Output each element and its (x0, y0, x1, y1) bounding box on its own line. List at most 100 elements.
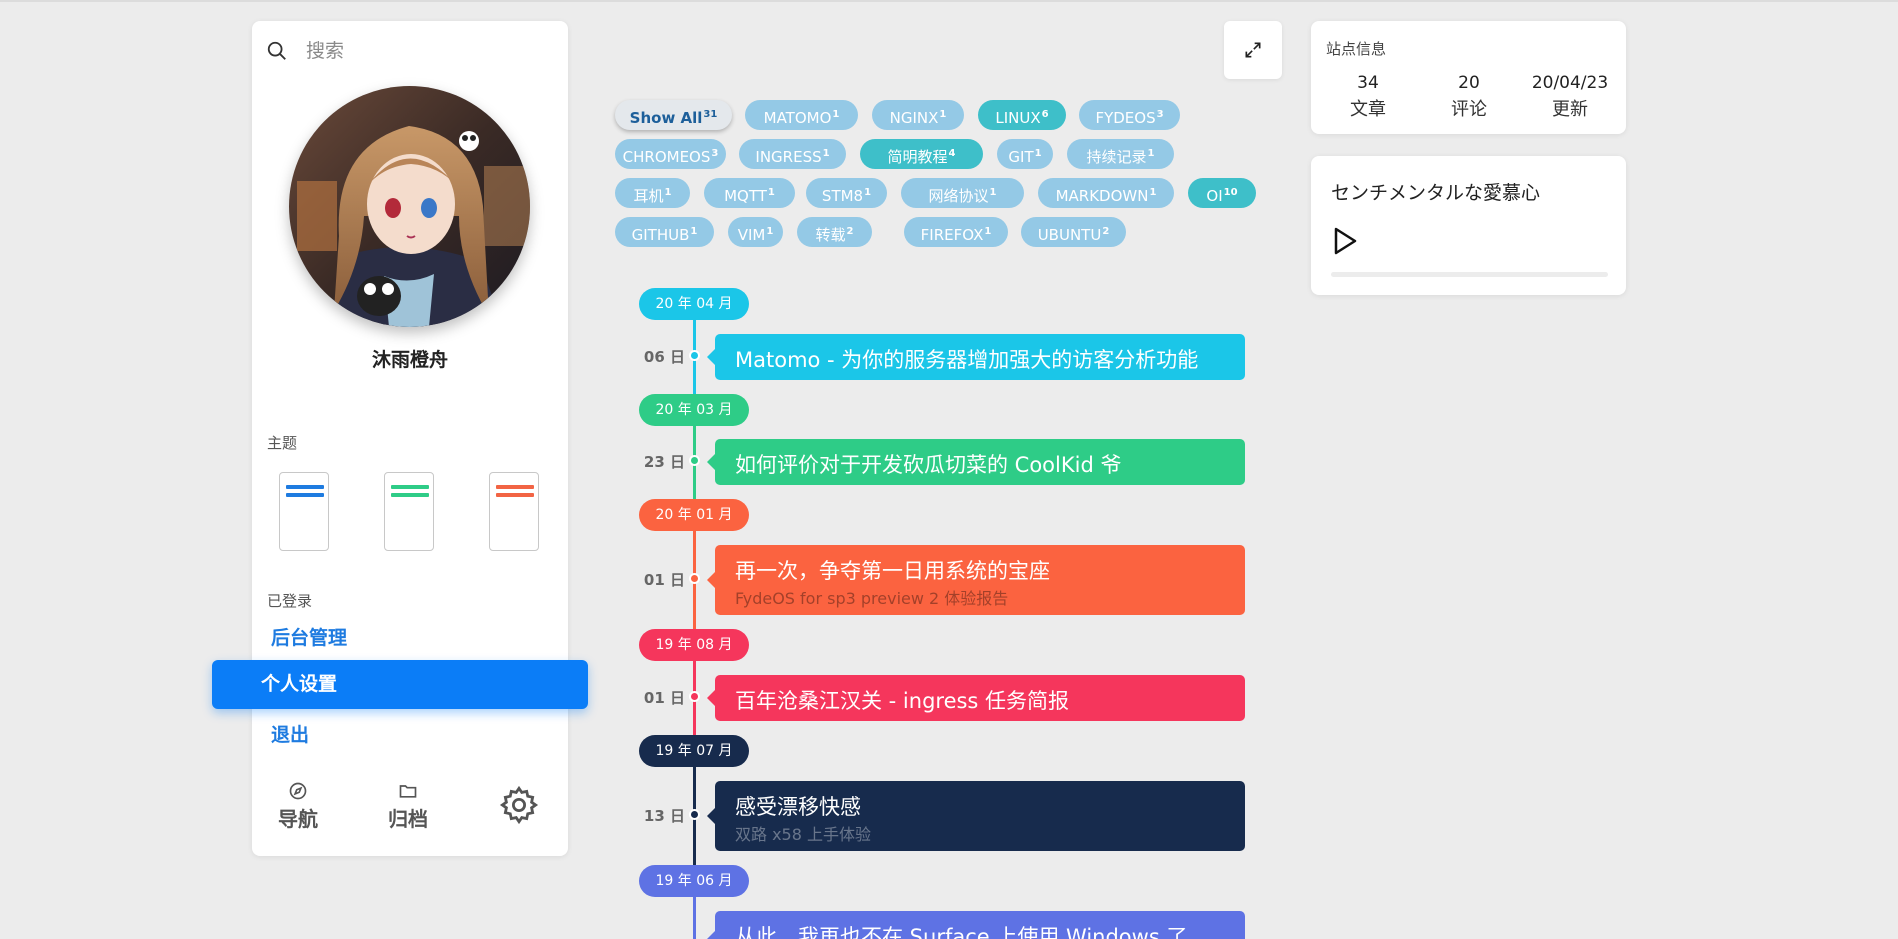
tag-label: GITHUB (631, 226, 690, 244)
tag-item[interactable]: NGINX1 (872, 100, 964, 130)
tag-count: 1 (1149, 187, 1157, 198)
nav-button[interactable]: 导航 (278, 781, 318, 832)
tag-item[interactable]: OI10 (1188, 178, 1256, 208)
tag-count: 1 (766, 226, 774, 237)
search-input[interactable] (306, 40, 536, 62)
tag-count: 2 (846, 226, 854, 237)
tag-item[interactable]: MARKDOWN1 (1038, 178, 1174, 208)
music-player: センチメンタルな愛慕心 (1311, 156, 1626, 295)
tag-item[interactable]: FIREFOX1 (904, 217, 1008, 247)
post-card[interactable]: 感受漂移快感 双路 x58 上手体验 (707, 781, 1245, 851)
post-card[interactable]: 再一次，争夺第一日用系统的宝座 FydeOS for sp3 preview 2 … (707, 545, 1245, 615)
tag-label: FYDEOS (1095, 109, 1156, 127)
fullscreen-button[interactable] (1224, 21, 1282, 79)
admin-link[interactable]: 后台管理 (271, 623, 347, 650)
tag-label: CHROMEOS (622, 148, 711, 166)
song-title: センチメンタルな愛慕心 (1331, 182, 1541, 204)
tag-label: GIT (1008, 148, 1034, 166)
timeline-dot (689, 809, 700, 820)
tag-item[interactable]: 网络协议1 (901, 178, 1024, 208)
top-border (0, 0, 1898, 2)
personal-settings-link[interactable]: 个人设置 (212, 660, 588, 709)
post-card[interactable]: Matomo - 为你的服务器增加强大的访客分析功能 (707, 334, 1245, 380)
timeline-dot (689, 455, 700, 466)
day-label: 13 日 (643, 807, 685, 825)
settings-button[interactable] (498, 784, 540, 826)
stat-value: 34 (1357, 73, 1379, 93)
tag-label: 转载 (815, 226, 846, 244)
swatch-line (496, 485, 534, 489)
post-title: 感受漂移快感 (735, 795, 861, 819)
tag-count: 1 (822, 148, 830, 159)
post-title: 百年沧桑江汉关 - ingress 任务简报 (735, 689, 1070, 713)
tag-item[interactable]: VIM1 (728, 217, 783, 247)
stat-value: 20/04/23 (1531, 73, 1609, 93)
tag-item[interactable]: UBUNTU2 (1021, 217, 1126, 247)
tag-label: 简明教程 (887, 148, 948, 166)
theme-blue-swatch[interactable] (279, 472, 329, 551)
profile-name: 沐雨橙舟 (371, 349, 448, 371)
tag-item[interactable]: FYDEOS3 (1079, 100, 1180, 130)
tag-item[interactable]: STM81 (806, 178, 887, 208)
avatar[interactable] (289, 86, 530, 327)
logout-link[interactable]: 退出 (271, 720, 309, 747)
theme-orange-swatch[interactable] (489, 472, 539, 551)
sidebar: 沐雨橙舟 主题 已登录 后台管理 个人设置 退出 导航 归档 (212, 21, 588, 856)
swatch-line (391, 485, 429, 489)
post-card[interactable]: 如何评价对于开发砍瓜切菜的 CoolKid 爷 (707, 439, 1245, 485)
day-label: 01 日 (643, 689, 685, 707)
song-progress-bar[interactable] (1331, 272, 1608, 277)
tag-item[interactable]: MQTT1 (704, 178, 795, 208)
tag-label: STM8 (821, 187, 864, 205)
gear-icon (499, 785, 539, 825)
tag-item[interactable]: CHROMEOS3 (615, 139, 726, 169)
tag-item[interactable]: 简明教程4 (860, 139, 983, 169)
tag-count: 1 (690, 226, 698, 237)
stat-label: 更新 (1552, 99, 1588, 120)
tag-count: 4 (948, 148, 956, 159)
tag-item[interactable]: 耳机1 (615, 178, 690, 208)
stat-updated: 20/04/23 更新 (1520, 73, 1620, 121)
tag-count: 1 (1034, 148, 1042, 159)
post-title: 从此，我再也不在 Surface 上使用 Windows 了 (735, 925, 1188, 939)
tag-label: 网络协议 (928, 187, 989, 205)
tag-item[interactable]: 持续记录1 (1067, 139, 1174, 169)
tag-count: 6 (1041, 109, 1049, 120)
site-info-panel: 站点信息 34 文章 20 评论 20/04/23 更新 (1311, 21, 1626, 134)
swatch-line (391, 493, 429, 497)
timeline-dot (689, 691, 700, 702)
tag-label: MARKDOWN (1055, 187, 1149, 205)
month-badge: 19 年 08 月 (639, 629, 749, 661)
tag-count: 1 (989, 187, 997, 198)
archive-button[interactable]: 归档 (388, 781, 428, 832)
search-icon[interactable] (266, 40, 288, 62)
tag-item[interactable]: INGRESS1 (739, 139, 846, 169)
theme-label: 主题 (267, 434, 298, 452)
month-badge: 19 年 06 月 (639, 865, 749, 897)
swatch-line (286, 485, 324, 489)
timeline: 20 年 04 月 06 日 Matomo - 为你的服务器增加强大的访客分析功能 2… (615, 285, 1255, 939)
stat-label: 评论 (1451, 99, 1487, 120)
tag-count: 3 (711, 148, 719, 159)
tag-item[interactable]: 转载2 (797, 217, 872, 247)
tag-item[interactable]: GIT1 (997, 139, 1053, 169)
month-badge: 20 年 04 月 (639, 288, 749, 320)
timeline-dot (689, 350, 700, 361)
tag-label: VIM (737, 226, 766, 244)
play-icon[interactable] (1331, 225, 1359, 257)
tag-count: 10 (1223, 187, 1238, 198)
theme-green-swatch[interactable] (384, 472, 434, 551)
tag-item[interactable]: GITHUB1 (615, 217, 714, 247)
tag-count: 3 (1156, 109, 1164, 120)
swatch-line (286, 493, 324, 497)
expand-icon (1245, 42, 1261, 58)
tag-count: 2 (1102, 226, 1110, 237)
tag-item[interactable]: LINUX6 (978, 100, 1066, 130)
search-bar[interactable] (266, 33, 556, 69)
tag-item[interactable]: MATOMO1 (745, 100, 858, 130)
tag-show-all[interactable]: Show All31 (615, 100, 732, 130)
month-badge: 20 年 03 月 (639, 394, 749, 426)
tag-count: 1 (864, 187, 872, 198)
post-card[interactable]: 百年沧桑江汉关 - ingress 任务简报 (707, 675, 1245, 721)
post-card[interactable]: 从此，我再也不在 Surface 上使用 Windows 了 (707, 911, 1245, 939)
